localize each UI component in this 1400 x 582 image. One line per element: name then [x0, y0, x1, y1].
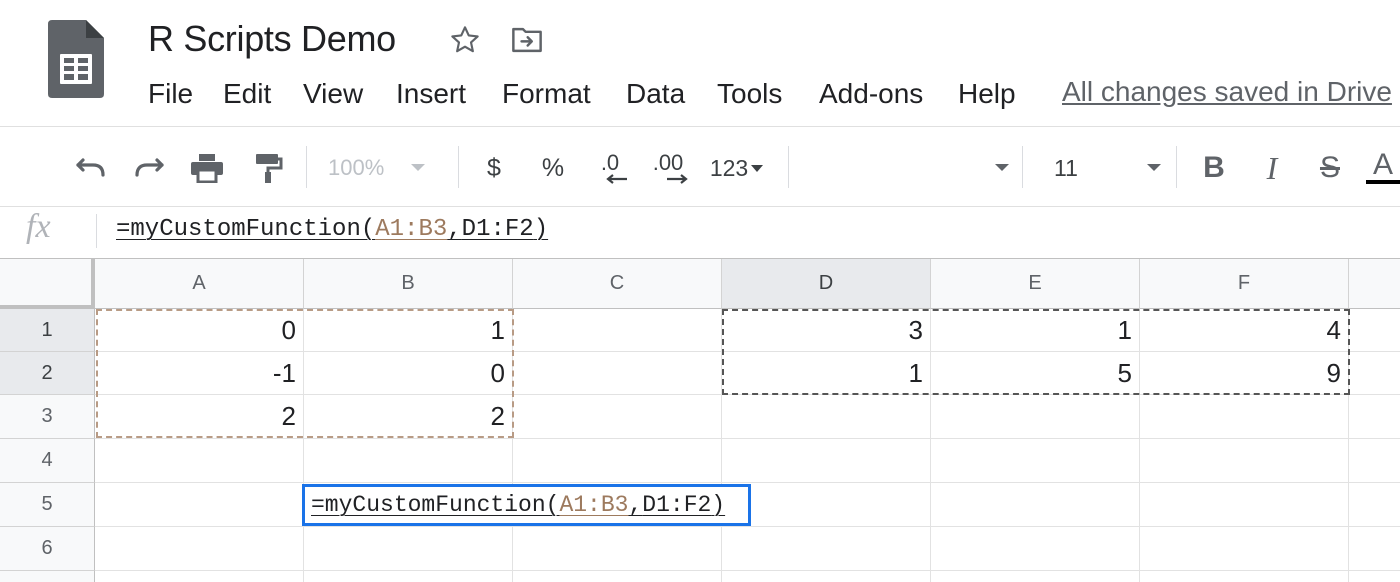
percent-format-button[interactable]: %: [536, 150, 570, 186]
paint-format-icon[interactable]: [248, 150, 288, 186]
column-header-b[interactable]: B: [304, 259, 513, 309]
row-header-7[interactable]: [0, 571, 95, 582]
print-icon[interactable]: [187, 150, 227, 186]
text-color-swatch: [1366, 180, 1400, 184]
text-color-button[interactable]: A: [1366, 150, 1400, 186]
cell-editor-b5[interactable]: =myCustomFunction(A1:B3, D1:F2): [302, 484, 751, 526]
menu-data[interactable]: Data: [626, 78, 685, 110]
arrow-left-icon: [606, 174, 627, 184]
move-to-folder-icon[interactable]: [510, 25, 544, 60]
chevron-down-icon: [751, 164, 764, 172]
column-header-e[interactable]: E: [931, 259, 1140, 309]
toolbar-separator: [1022, 146, 1023, 188]
gridline: [95, 438, 1400, 439]
toolbar-separator: [306, 146, 307, 188]
menu-insert[interactable]: Insert: [396, 78, 466, 110]
row-header-5[interactable]: 5: [0, 483, 95, 527]
row-header-4[interactable]: 4: [0, 439, 95, 483]
row-header-2[interactable]: 2: [0, 352, 95, 395]
toolbar-separator: [1176, 146, 1177, 188]
menu-file[interactable]: File: [148, 78, 193, 110]
star-icon[interactable]: [448, 24, 482, 61]
menu-help[interactable]: Help: [958, 78, 1016, 110]
menu-tools[interactable]: Tools: [717, 78, 782, 110]
column-header-d[interactable]: D: [722, 259, 931, 309]
column-header-f[interactable]: F: [1140, 259, 1349, 309]
increase-decimal-button[interactable]: .00: [646, 150, 690, 186]
row-header-6[interactable]: 6: [0, 527, 95, 571]
gridline: [95, 482, 1400, 483]
arrow-right-icon: [667, 174, 688, 184]
font-size-select[interactable]: 11: [1040, 150, 1162, 186]
undo-icon[interactable]: [70, 150, 110, 186]
range-highlight-a1-b3: [96, 309, 514, 438]
chevron-down-icon: [995, 164, 1009, 171]
chevron-down-icon: [1147, 164, 1161, 171]
row-header-3[interactable]: 3: [0, 395, 95, 439]
fx-icon: fx: [26, 208, 51, 245]
toolbar-separator: [788, 146, 789, 188]
select-all-corner[interactable]: [0, 259, 95, 309]
column-header-g[interactable]: [1349, 259, 1400, 309]
redo-icon[interactable]: [130, 150, 170, 186]
chevron-down-icon: [411, 164, 426, 171]
editor-ref-range1: A1:B3: [559, 492, 629, 518]
zoom-select[interactable]: 100%: [328, 150, 444, 186]
formula-bar-separator: [96, 214, 97, 248]
save-status-link[interactable]: All changes saved in Drive: [1062, 76, 1392, 108]
menu-edit[interactable]: Edit: [223, 78, 271, 110]
range-highlight-d1-f2: [722, 309, 1350, 395]
toolbar-separator: [458, 146, 459, 188]
column-header-c[interactable]: C: [513, 259, 722, 309]
currency-format-button[interactable]: $: [478, 150, 510, 186]
strikethrough-button[interactable]: S: [1312, 150, 1348, 186]
zoom-value: 100%: [328, 155, 385, 180]
formula-ref-range2: D1:F2: [461, 216, 534, 243]
gridline: [95, 570, 1400, 571]
formula-ref-range1: A1:B3: [375, 216, 448, 243]
formula-input[interactable]: =myCustomFunction(A1:B3,D1:F2): [116, 216, 548, 243]
document-title[interactable]: R Scripts Demo: [148, 18, 396, 60]
sheets-logo-icon[interactable]: [48, 20, 104, 98]
menu-format[interactable]: Format: [502, 78, 591, 110]
header-divider: [0, 126, 1400, 127]
bold-button[interactable]: B: [1196, 150, 1232, 186]
font-family-select[interactable]: [800, 150, 1010, 186]
menu-addons[interactable]: Add-ons: [819, 78, 923, 110]
more-formats-button[interactable]: 123: [704, 150, 770, 186]
toolbar-divider: [0, 206, 1400, 207]
row-header-1[interactable]: 1: [0, 309, 95, 352]
italic-button[interactable]: I: [1254, 150, 1290, 186]
gridline: [95, 526, 1400, 527]
menu-view[interactable]: View: [303, 78, 363, 110]
editor-ref-range2: D1:F2: [642, 492, 712, 518]
decrease-decimal-button[interactable]: .0: [590, 150, 630, 186]
column-header-a[interactable]: A: [95, 259, 304, 309]
